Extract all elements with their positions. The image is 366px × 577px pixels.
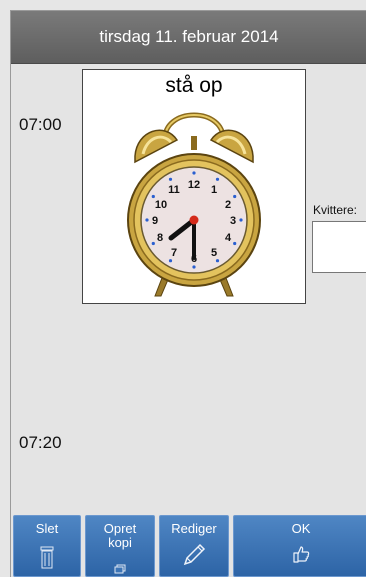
activity-title: stå op <box>165 74 223 97</box>
copy-button[interactable]: Opret kopi <box>85 515 155 577</box>
thumbs-up-icon <box>293 546 310 563</box>
svg-text:12: 12 <box>188 179 200 191</box>
alarm-clock-image: 12 1 2 3 4 5 6 7 8 9 10 11 <box>127 112 261 297</box>
copy-button-label: Opret kopi <box>103 521 137 550</box>
edit-button[interactable]: Rediger <box>159 515 229 577</box>
pencil-icon <box>183 543 206 566</box>
ok-button[interactable]: OK <box>233 515 366 577</box>
confirm-label: Kvittere: <box>313 203 358 217</box>
svg-text:3: 3 <box>230 215 236 227</box>
bottom-toolbar: Slet Opret kopi Rediger OK <box>11 515 366 577</box>
svg-text:1: 1 <box>211 184 217 196</box>
svg-text:9: 9 <box>152 215 158 227</box>
time-label-end: 07:20 <box>19 433 62 452</box>
edit-button-label: Rediger <box>171 521 217 536</box>
activity-card[interactable]: stå op 12 1 2 3 4 5 7 8 9 10 11 <box>82 69 306 304</box>
svg-text:7: 7 <box>171 247 177 259</box>
ok-button-label: OK <box>291 521 311 536</box>
svg-text:4: 4 <box>225 232 232 244</box>
delete-button[interactable]: Slet <box>13 515 81 577</box>
date-header: tirsdag 11. februar 2014 <box>11 11 366 64</box>
trash-icon <box>40 546 54 569</box>
svg-text:2: 2 <box>225 199 231 211</box>
svg-text:10: 10 <box>155 199 167 211</box>
svg-text:11: 11 <box>168 184 180 196</box>
time-label-start: 07:00 <box>19 115 62 134</box>
svg-text:8: 8 <box>157 232 163 244</box>
day-view: tirsdag 11. februar 2014 07:00 07:20 stå… <box>10 10 366 577</box>
svg-text:5: 5 <box>211 247 217 259</box>
confirm-checkbox[interactable] <box>312 221 366 273</box>
copy-icon <box>114 564 126 574</box>
delete-button-label: Slet <box>35 521 59 536</box>
